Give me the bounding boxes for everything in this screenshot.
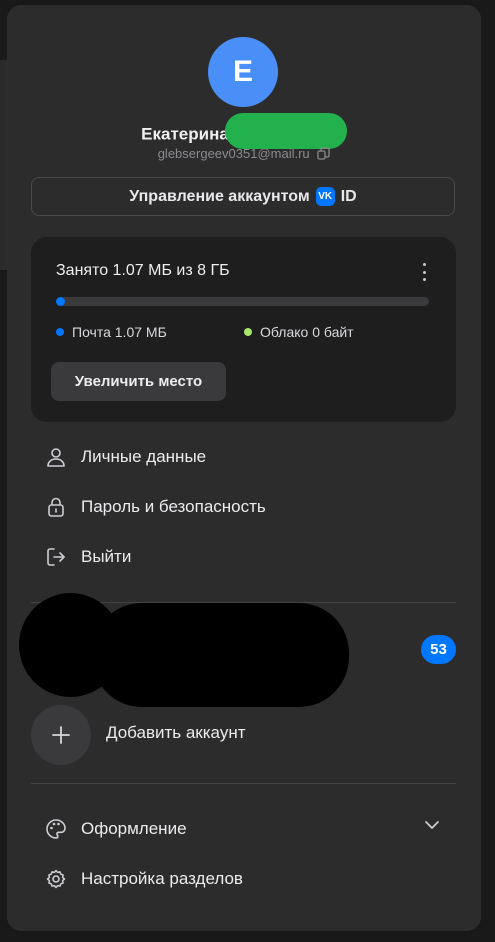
storage-card: Занято 1.07 МБ из 8 ГБ Почта 1.07 МБ Обл… bbox=[31, 237, 456, 422]
increase-storage-button[interactable]: Увеличить место bbox=[51, 362, 226, 401]
menu-item-label: Пароль и безопасность bbox=[81, 497, 266, 516]
add-account-button[interactable] bbox=[31, 705, 91, 765]
add-account-label[interactable]: Добавить аккаунт bbox=[106, 723, 246, 743]
legend-mail: Почта 1.07 МБ bbox=[56, 324, 167, 340]
menu-item-personal-data[interactable]: Личные данные bbox=[45, 442, 206, 472]
storage-progress-fill bbox=[56, 297, 65, 306]
storage-progress-bar bbox=[56, 297, 429, 306]
plus-icon bbox=[52, 726, 70, 744]
menu-item-label: Настройка разделов bbox=[81, 869, 243, 888]
menu-item-password-security[interactable]: Пароль и безопасность bbox=[45, 492, 266, 522]
manage-account-button[interactable]: Управление аккаунтом VK ID bbox=[31, 177, 455, 216]
legend-cloud: Облако 0 байт bbox=[244, 324, 354, 340]
user-icon bbox=[47, 448, 65, 467]
id-label: ID bbox=[340, 187, 357, 205]
user-email: glebsergeev0351@mail.ru bbox=[157, 146, 310, 161]
email-row: glebsergeev0351@mail.ru bbox=[7, 146, 481, 163]
kebab-icon[interactable] bbox=[419, 261, 429, 283]
menu-item-label: Личные данные bbox=[81, 447, 207, 466]
mail-dot-icon bbox=[56, 328, 64, 336]
chevron-down-icon[interactable] bbox=[423, 819, 441, 831]
storage-title: Занято 1.07 МБ из 8 ГБ bbox=[56, 262, 230, 279]
account-menu-panel: Е Екатерина glebsergeev0351@mail.ru Упра… bbox=[7, 5, 481, 931]
menu-item-label: Оформление bbox=[81, 819, 187, 838]
lock-icon bbox=[48, 497, 64, 517]
redaction-mark bbox=[224, 113, 347, 149]
gear-icon bbox=[46, 869, 66, 889]
manage-account-label: Управление аккаунтом bbox=[129, 187, 310, 205]
menu-item-section-settings[interactable]: Настройка разделов bbox=[45, 864, 243, 894]
redacted-account-info[interactable] bbox=[92, 603, 349, 707]
menu-item-appearance[interactable]: Оформление bbox=[45, 814, 187, 844]
logout-icon bbox=[47, 548, 65, 566]
vk-logo-icon: VK bbox=[315, 187, 335, 206]
cloud-dot-icon bbox=[244, 328, 252, 336]
divider bbox=[31, 783, 456, 784]
menu-item-label: Выйти bbox=[81, 547, 132, 566]
user-name: Екатерина bbox=[141, 124, 229, 144]
palette-icon bbox=[46, 819, 66, 839]
menu-item-logout[interactable]: Выйти bbox=[45, 542, 131, 572]
copy-icon[interactable] bbox=[317, 146, 330, 163]
mail-usage: Почта 1.07 МБ bbox=[72, 324, 167, 340]
avatar[interactable]: Е bbox=[208, 37, 278, 107]
unread-count-badge: 53 bbox=[421, 635, 456, 664]
cloud-usage: Облако 0 байт bbox=[260, 324, 354, 340]
